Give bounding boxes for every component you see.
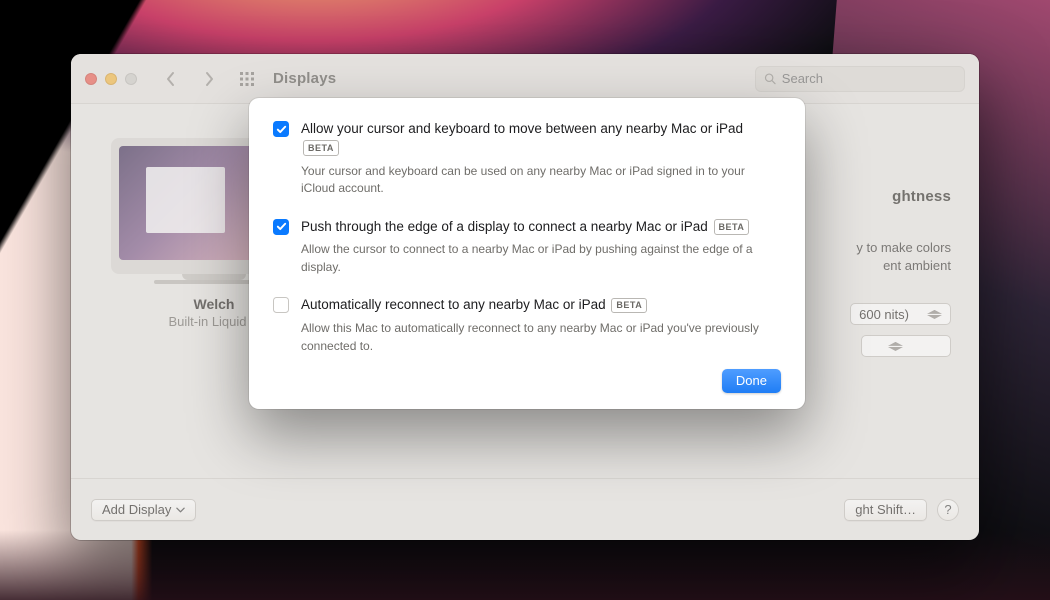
window-titlebar: Displays <box>71 54 979 104</box>
night-shift-label: ght Shift… <box>855 502 916 517</box>
close-window-button[interactable] <box>85 73 97 85</box>
setting-text-2: ent ambient <box>811 257 951 275</box>
chevron-down-icon <box>176 507 185 513</box>
show-all-icon[interactable] <box>235 67 259 91</box>
zoom-window-button[interactable] <box>125 73 137 85</box>
minimize-window-button[interactable] <box>105 73 117 85</box>
option-title: Automatically reconnect to any nearby Ma… <box>301 296 781 315</box>
stepper-icon <box>888 342 903 351</box>
allow-cursor-keyboard-checkbox[interactable] <box>273 121 289 137</box>
window-controls <box>85 73 137 85</box>
beta-badge: BETA <box>303 140 339 156</box>
option-row-push-through: Push through the edge of a display to co… <box>273 218 781 277</box>
forward-button[interactable] <box>197 67 221 91</box>
advanced-options-sheet: Allow your cursor and keyboard to move b… <box>249 98 805 409</box>
add-display-button[interactable]: Add Display <box>91 499 196 521</box>
search-icon <box>764 72 776 85</box>
option-title: Allow your cursor and keyboard to move b… <box>301 120 781 158</box>
done-button[interactable]: Done <box>722 369 781 393</box>
help-button[interactable]: ? <box>937 499 959 521</box>
beta-badge: BETA <box>611 298 647 314</box>
option-description: Allow the cursor to connect to a nearby … <box>301 241 781 276</box>
refresh-select[interactable] <box>861 335 951 357</box>
preset-value: 600 nits) <box>859 307 909 322</box>
beta-badge: BETA <box>714 219 750 235</box>
search-input[interactable] <box>782 71 956 86</box>
add-display-label: Add Display <box>102 502 171 517</box>
auto-reconnect-checkbox[interactable] <box>273 297 289 313</box>
stepper-icon <box>927 310 942 319</box>
preset-select[interactable]: 600 nits) <box>850 303 951 325</box>
option-row-universal-control: Allow your cursor and keyboard to move b… <box>273 120 781 198</box>
help-label: ? <box>944 502 951 517</box>
window-footer: Add Display ght Shift… ? <box>71 478 979 540</box>
option-description: Allow this Mac to automatically reconnec… <box>301 320 781 355</box>
back-button[interactable] <box>159 67 183 91</box>
option-title: Push through the edge of a display to co… <box>301 218 781 237</box>
window-title: Displays <box>273 70 336 87</box>
push-through-edge-checkbox[interactable] <box>273 219 289 235</box>
option-description: Your cursor and keyboard can be used on … <box>301 163 781 198</box>
desktop-wallpaper-bottom <box>0 530 1050 600</box>
option-row-auto-reconnect: Automatically reconnect to any nearby Ma… <box>273 296 781 355</box>
setting-text-1: y to make colors <box>811 239 951 257</box>
search-field[interactable] <box>755 66 965 92</box>
done-label: Done <box>736 373 767 388</box>
night-shift-button[interactable]: ght Shift… <box>844 499 927 521</box>
